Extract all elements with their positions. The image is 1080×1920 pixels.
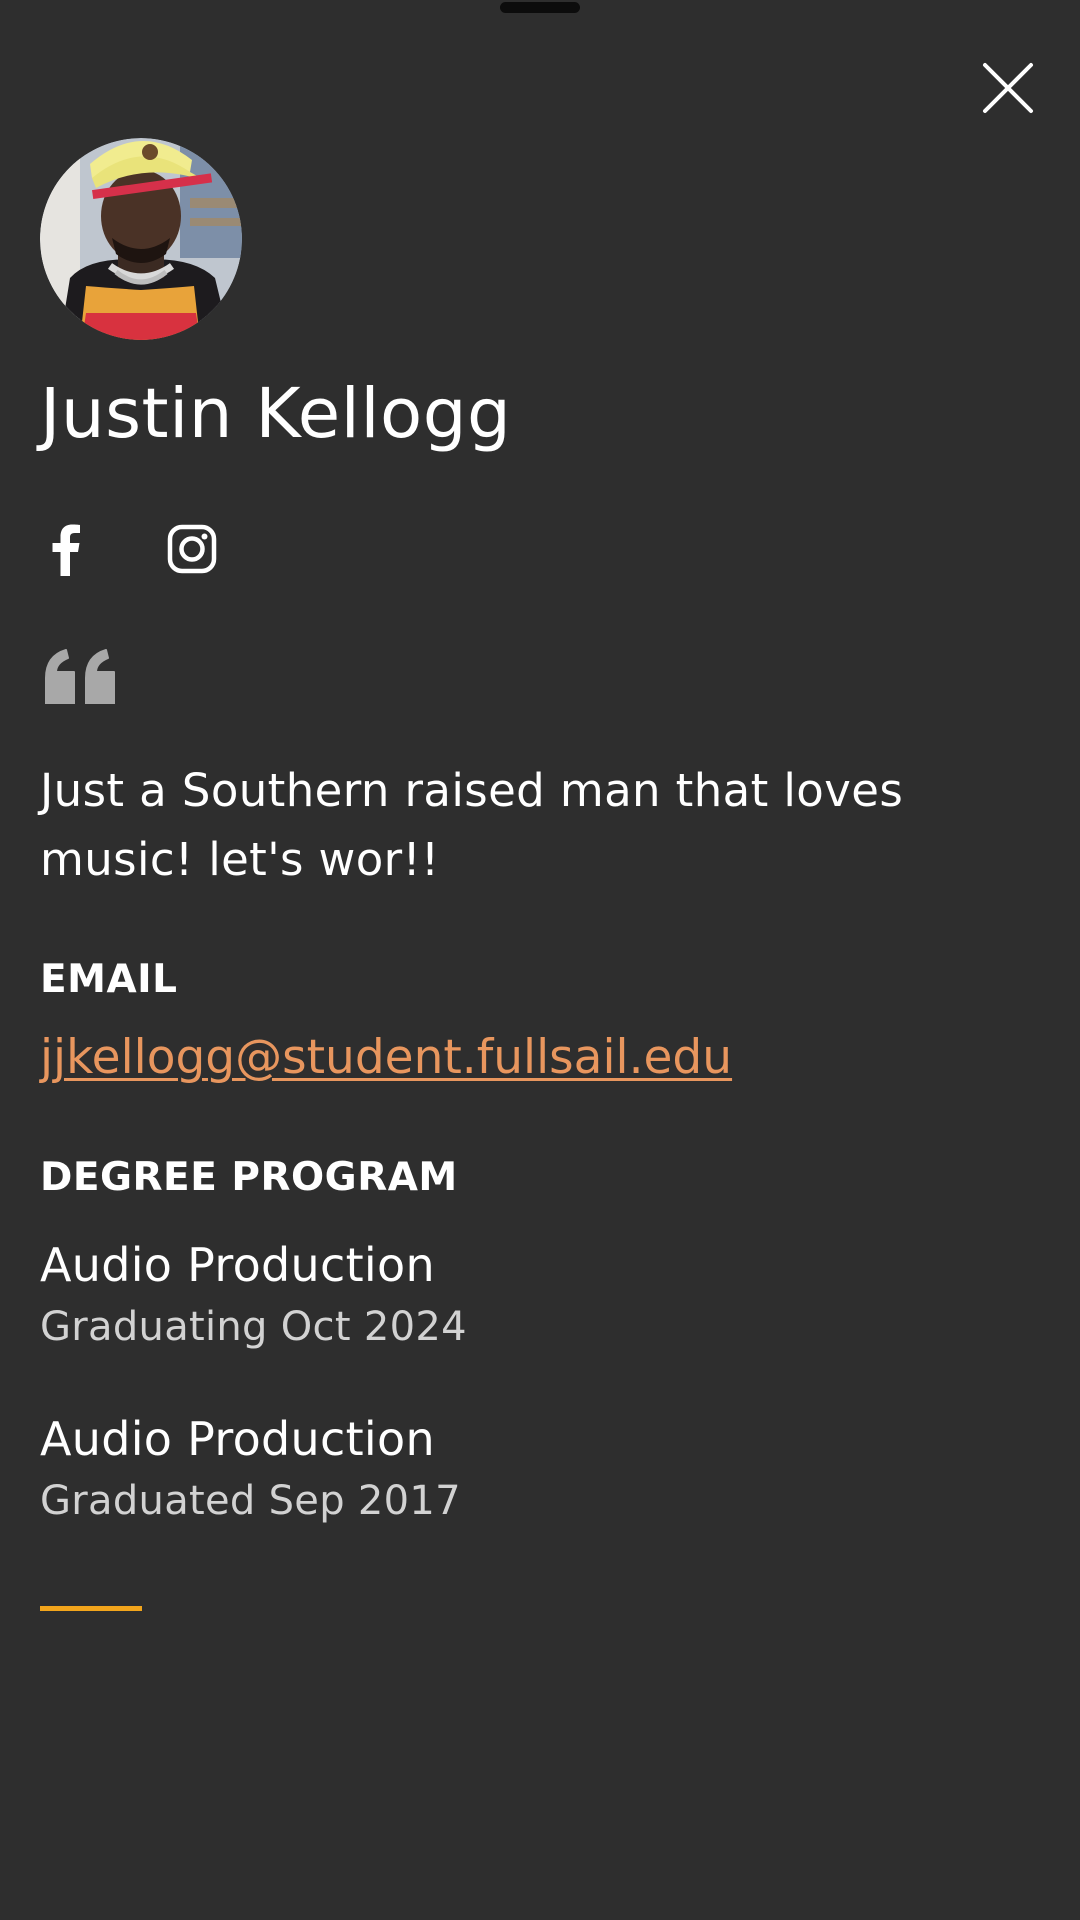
close-button[interactable] <box>982 62 1034 114</box>
program-status: Graduating Oct 2024 <box>40 1304 467 1350</box>
instagram-icon <box>167 524 217 574</box>
sheet-grabber-handle[interactable] <box>500 2 580 13</box>
program-status: Graduated Sep 2017 <box>40 1478 461 1524</box>
instagram-link[interactable] <box>162 518 222 580</box>
facebook-icon <box>52 524 80 576</box>
accent-divider <box>40 1606 142 1611</box>
email-link[interactable]: jjkellogg@student.fullsail.edu <box>40 1026 732 1090</box>
facebook-link[interactable] <box>36 518 96 580</box>
degree-program-item: Audio Production Graduating Oct 2024 <box>40 1234 1040 1354</box>
profile-bio: Just a Southern raised man that loves mu… <box>40 764 904 886</box>
program-name: Audio Production <box>40 1238 435 1292</box>
degree-program-label: DEGREE PROGRAM <box>40 1155 458 1200</box>
quote-icon <box>44 648 118 705</box>
avatar <box>40 138 242 340</box>
close-icon <box>983 63 1033 113</box>
email-label: EMAIL <box>40 957 178 1002</box>
degree-program-item: Audio Production Graduated Sep 2017 <box>40 1408 1040 1528</box>
program-name: Audio Production <box>40 1412 435 1466</box>
profile-name: Justin Kellogg <box>40 374 512 454</box>
